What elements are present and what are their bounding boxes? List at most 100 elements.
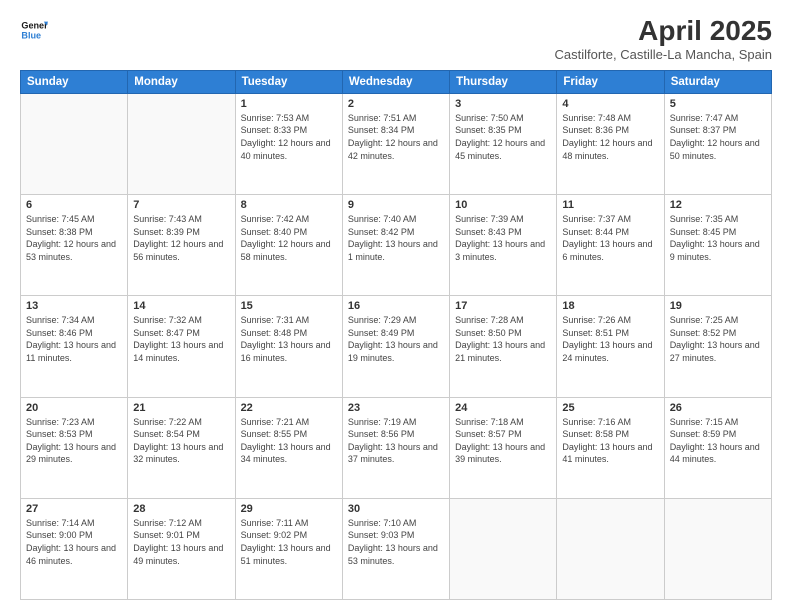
calendar-cell: 21 Sunrise: 7:22 AM Sunset: 8:54 PM Dayli… xyxy=(128,397,235,498)
day-info: Sunrise: 7:53 AM Sunset: 8:33 PM Dayligh… xyxy=(241,112,337,162)
day-number: 12 xyxy=(670,199,766,211)
day-number: 26 xyxy=(670,402,766,414)
day-info: Sunrise: 7:25 AM Sunset: 8:52 PM Dayligh… xyxy=(670,314,766,364)
logo-icon: General Blue xyxy=(20,16,48,44)
calendar-cell: 15 Sunrise: 7:31 AM Sunset: 8:48 PM Dayli… xyxy=(235,296,342,397)
day-number: 27 xyxy=(26,503,122,515)
day-number: 9 xyxy=(348,199,444,211)
location: Castilforte, Castille-La Mancha, Spain xyxy=(555,47,773,62)
svg-text:General: General xyxy=(21,21,48,31)
day-number: 20 xyxy=(26,402,122,414)
calendar-cell: 2Sunrise: 7:51 AM Sunset: 8:34 PM Daylig… xyxy=(342,93,449,194)
day-info: Sunrise: 7:19 AM Sunset: 8:56 PM Dayligh… xyxy=(348,416,444,466)
calendar-cell: 16 Sunrise: 7:29 AM Sunset: 8:49 PM Dayli… xyxy=(342,296,449,397)
day-number: 30 xyxy=(348,503,444,515)
calendar-body: 1 Sunrise: 7:53 AM Sunset: 8:33 PM Daylig… xyxy=(21,93,772,599)
day-info: Sunrise: 7:31 AM Sunset: 8:48 PM Dayligh… xyxy=(241,314,337,364)
day-info: Sunrise: 7:26 AM Sunset: 8:51 PM Dayligh… xyxy=(562,314,658,364)
day-info: Sunrise: 7:50 AM Sunset: 8:35 PM Dayligh… xyxy=(455,112,551,162)
calendar-cell: 14 Sunrise: 7:32 AM Sunset: 8:47 PM Dayli… xyxy=(128,296,235,397)
calendar-cell: 30 Sunrise: 7:10 AM Sunset: 9:03 PM Dayli… xyxy=(342,498,449,599)
calendar-cell: 20 Sunrise: 7:23 AM Sunset: 8:53 PM Dayli… xyxy=(21,397,128,498)
day-number: 21 xyxy=(133,402,229,414)
day-info: Sunrise: 7:22 AM Sunset: 8:54 PM Dayligh… xyxy=(133,416,229,466)
calendar-table: Sunday Monday Tuesday Wednesday Thursday… xyxy=(20,70,772,600)
day-info: Sunrise: 7:23 AM Sunset: 8:53 PM Dayligh… xyxy=(26,416,122,466)
calendar-cell: 26 Sunrise: 7:15 AM Sunset: 8:59 PM Dayli… xyxy=(664,397,771,498)
day-info: Sunrise: 7:15 AM Sunset: 8:59 PM Dayligh… xyxy=(670,416,766,466)
calendar-cell: 19 Sunrise: 7:25 AM Sunset: 8:52 PM Dayli… xyxy=(664,296,771,397)
calendar-cell: 23Sunrise: 7:19 AM Sunset: 8:56 PM Dayli… xyxy=(342,397,449,498)
day-number: 8 xyxy=(241,199,337,211)
day-number: 2 xyxy=(348,98,444,110)
day-number: 5 xyxy=(670,98,766,110)
day-number: 17 xyxy=(455,300,551,312)
day-info: Sunrise: 7:16 AM Sunset: 8:58 PM Dayligh… xyxy=(562,416,658,466)
day-number: 4 xyxy=(562,98,658,110)
calendar-cell: 27 Sunrise: 7:14 AM Sunset: 9:00 PM Dayli… xyxy=(21,498,128,599)
calendar-cell: 4 Sunrise: 7:48 AM Sunset: 8:36 PM Daylig… xyxy=(557,93,664,194)
calendar-week-2: 13Sunrise: 7:34 AM Sunset: 8:46 PM Dayli… xyxy=(21,296,772,397)
day-info: Sunrise: 7:10 AM Sunset: 9:03 PM Dayligh… xyxy=(348,517,444,567)
day-info: Sunrise: 7:32 AM Sunset: 8:47 PM Dayligh… xyxy=(133,314,229,364)
page: General Blue April 2025 Castilforte, Cas… xyxy=(0,0,792,612)
day-info: Sunrise: 7:43 AM Sunset: 8:39 PM Dayligh… xyxy=(133,213,229,263)
header-tuesday: Tuesday xyxy=(235,70,342,93)
day-info: Sunrise: 7:29 AM Sunset: 8:49 PM Dayligh… xyxy=(348,314,444,364)
calendar-cell: 17 Sunrise: 7:28 AM Sunset: 8:50 PM Dayli… xyxy=(450,296,557,397)
day-info: Sunrise: 7:45 AM Sunset: 8:38 PM Dayligh… xyxy=(26,213,122,263)
day-info: Sunrise: 7:12 AM Sunset: 9:01 PM Dayligh… xyxy=(133,517,229,567)
day-number: 1 xyxy=(241,98,337,110)
day-number: 28 xyxy=(133,503,229,515)
day-info: Sunrise: 7:28 AM Sunset: 8:50 PM Dayligh… xyxy=(455,314,551,364)
calendar-cell: 5Sunrise: 7:47 AM Sunset: 8:37 PM Daylig… xyxy=(664,93,771,194)
header-saturday: Saturday xyxy=(664,70,771,93)
calendar-cell: 7 Sunrise: 7:43 AM Sunset: 8:39 PM Daylig… xyxy=(128,195,235,296)
calendar-cell: 1 Sunrise: 7:53 AM Sunset: 8:33 PM Daylig… xyxy=(235,93,342,194)
day-number: 15 xyxy=(241,300,337,312)
day-info: Sunrise: 7:40 AM Sunset: 8:42 PM Dayligh… xyxy=(348,213,444,263)
calendar-week-1: 6 Sunrise: 7:45 AM Sunset: 8:38 PM Daylig… xyxy=(21,195,772,296)
day-number: 10 xyxy=(455,199,551,211)
calendar-week-4: 27 Sunrise: 7:14 AM Sunset: 9:00 PM Dayli… xyxy=(21,498,772,599)
day-info: Sunrise: 7:18 AM Sunset: 8:57 PM Dayligh… xyxy=(455,416,551,466)
day-number: 25 xyxy=(562,402,658,414)
day-info: Sunrise: 7:11 AM Sunset: 9:02 PM Dayligh… xyxy=(241,517,337,567)
day-number: 14 xyxy=(133,300,229,312)
header-monday: Monday xyxy=(128,70,235,93)
month-title: April 2025 xyxy=(555,16,773,47)
svg-text:Blue: Blue xyxy=(21,30,41,40)
day-info: Sunrise: 7:48 AM Sunset: 8:36 PM Dayligh… xyxy=(562,112,658,162)
day-number: 7 xyxy=(133,199,229,211)
calendar-cell: 12Sunrise: 7:35 AM Sunset: 8:45 PM Dayli… xyxy=(664,195,771,296)
calendar-cell xyxy=(557,498,664,599)
header-thursday: Thursday xyxy=(450,70,557,93)
day-number: 22 xyxy=(241,402,337,414)
calendar-header-row: Sunday Monday Tuesday Wednesday Thursday… xyxy=(21,70,772,93)
header-wednesday: Wednesday xyxy=(342,70,449,93)
day-info: Sunrise: 7:21 AM Sunset: 8:55 PM Dayligh… xyxy=(241,416,337,466)
calendar-cell: 29Sunrise: 7:11 AM Sunset: 9:02 PM Dayli… xyxy=(235,498,342,599)
calendar-cell xyxy=(450,498,557,599)
calendar-cell: 25 Sunrise: 7:16 AM Sunset: 8:58 PM Dayli… xyxy=(557,397,664,498)
day-number: 16 xyxy=(348,300,444,312)
day-number: 13 xyxy=(26,300,122,312)
day-info: Sunrise: 7:37 AM Sunset: 8:44 PM Dayligh… xyxy=(562,213,658,263)
day-number: 6 xyxy=(26,199,122,211)
calendar-cell: 8 Sunrise: 7:42 AM Sunset: 8:40 PM Daylig… xyxy=(235,195,342,296)
calendar-cell: 22 Sunrise: 7:21 AM Sunset: 8:55 PM Dayli… xyxy=(235,397,342,498)
calendar-cell: 6 Sunrise: 7:45 AM Sunset: 8:38 PM Daylig… xyxy=(21,195,128,296)
day-info: Sunrise: 7:42 AM Sunset: 8:40 PM Dayligh… xyxy=(241,213,337,263)
day-number: 19 xyxy=(670,300,766,312)
day-number: 11 xyxy=(562,199,658,211)
calendar-week-0: 1 Sunrise: 7:53 AM Sunset: 8:33 PM Daylig… xyxy=(21,93,772,194)
calendar-cell: 11 Sunrise: 7:37 AM Sunset: 8:44 PM Dayli… xyxy=(557,195,664,296)
calendar-cell: 13Sunrise: 7:34 AM Sunset: 8:46 PM Dayli… xyxy=(21,296,128,397)
day-number: 24 xyxy=(455,402,551,414)
calendar-week-3: 20 Sunrise: 7:23 AM Sunset: 8:53 PM Dayli… xyxy=(21,397,772,498)
day-info: Sunrise: 7:14 AM Sunset: 9:00 PM Dayligh… xyxy=(26,517,122,567)
calendar-cell: 18 Sunrise: 7:26 AM Sunset: 8:51 PM Dayli… xyxy=(557,296,664,397)
day-number: 18 xyxy=(562,300,658,312)
day-number: 3 xyxy=(455,98,551,110)
title-block: April 2025 Castilforte, Castille-La Manc… xyxy=(555,16,773,62)
